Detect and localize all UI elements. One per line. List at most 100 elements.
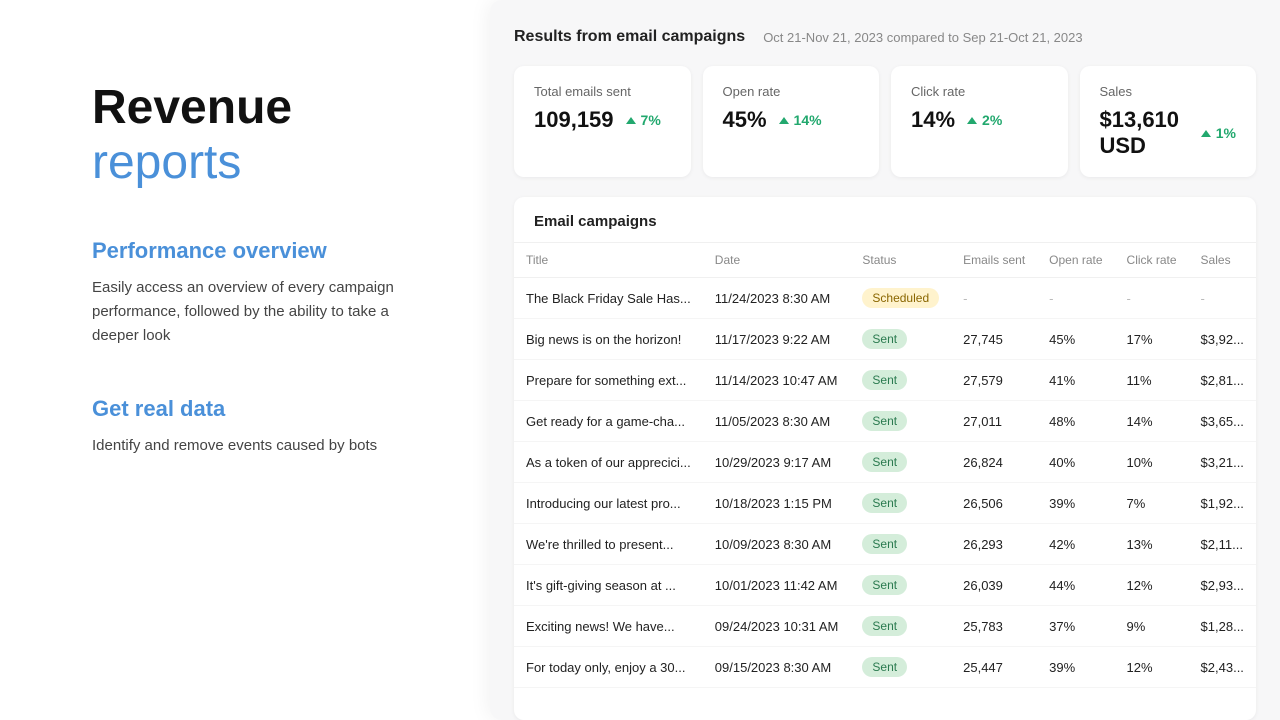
metric-card-2: Click rate 14% 2% [891,66,1068,177]
real-data-heading: Get real data [92,396,430,422]
metric-value-row-3: $13,610 USD 1% [1100,107,1237,159]
status-badge: Sent [862,370,907,390]
metric-card-3: Sales $13,610 USD 1% [1080,66,1257,177]
table-row[interactable]: We're thrilled to present...10/09/2023 8… [514,524,1256,565]
cell-sales: $2,93... [1189,565,1256,606]
cell-date: 11/17/2023 9:22 AM [703,319,851,360]
cell-click_rate: - [1115,278,1189,319]
cell-title: It's gift-giving season at ... [514,565,703,606]
cell-status: Sent [850,360,951,401]
metric-value-0: 109,159 [534,107,614,133]
title-plain: Revenue [92,81,292,134]
cell-click_rate: 14% [1115,401,1189,442]
cell-emails_sent: 25,783 [951,606,1037,647]
status-badge: Sent [862,616,907,636]
col-header-3: Emails sent [951,243,1037,278]
metric-card-1: Open rate 45% 14% [703,66,880,177]
table-row[interactable]: As a token of our apprecici...10/29/2023… [514,442,1256,483]
cell-title: For today only, enjoy a 30... [514,647,703,688]
cell-click_rate: 10% [1115,442,1189,483]
arrow-up-icon-3 [1201,130,1211,137]
cell-sales: - [1189,278,1256,319]
cell-sales: $3,92... [1189,319,1256,360]
metric-value-1: 45% [723,107,767,133]
metric-cards: Total emails sent 109,159 7% Open rate 4… [514,66,1256,177]
cell-open_rate: 44% [1037,565,1114,606]
status-badge: Sent [862,534,907,554]
table-row[interactable]: Exciting news! We have...09/24/2023 10:3… [514,606,1256,647]
results-title: Results from email campaigns [514,28,745,46]
table-row[interactable]: Big news is on the horizon!11/17/2023 9:… [514,319,1256,360]
cell-click_rate: 17% [1115,319,1189,360]
cell-date: 09/24/2023 10:31 AM [703,606,851,647]
cell-title: The Black Friday Sale Has... [514,278,703,319]
status-badge: Sent [862,329,907,349]
page-title: Revenue reports [92,80,430,190]
status-badge: Sent [862,575,907,595]
cell-title: Prepare for something ext... [514,360,703,401]
results-date: Oct 21-Nov 21, 2023 compared to Sep 21-O… [763,30,1082,45]
cell-open_rate: 39% [1037,483,1114,524]
performance-overview-section: Performance overview Easily access an ov… [92,238,430,396]
table-row[interactable]: The Black Friday Sale Has...11/24/2023 8… [514,278,1256,319]
metric-value-3: $13,610 USD [1100,107,1189,159]
cell-emails_sent: 26,506 [951,483,1037,524]
cell-open_rate: 45% [1037,319,1114,360]
cell-sales: $2,11... [1189,524,1256,565]
cell-emails_sent: 27,745 [951,319,1037,360]
cell-title: Get ready for a game-cha... [514,401,703,442]
table-row[interactable]: Prepare for something ext...11/14/2023 1… [514,360,1256,401]
cell-click_rate: 12% [1115,647,1189,688]
cell-emails_sent: 27,579 [951,360,1037,401]
cell-status: Sent [850,401,951,442]
table-head: TitleDateStatusEmails sentOpen rateClick… [514,243,1256,278]
metric-label-3: Sales [1100,84,1237,99]
table-body: The Black Friday Sale Has...11/24/2023 8… [514,278,1256,688]
cell-sales: $1,28... [1189,606,1256,647]
arrow-up-icon-1 [779,117,789,124]
cell-click_rate: 13% [1115,524,1189,565]
col-header-2: Status [850,243,951,278]
cell-open_rate: 37% [1037,606,1114,647]
table-header-row: TitleDateStatusEmails sentOpen rateClick… [514,243,1256,278]
metric-value-row-1: 45% 14% [723,107,860,133]
metric-value-2: 14% [911,107,955,133]
cell-date: 09/15/2023 8:30 AM [703,647,851,688]
status-badge: Scheduled [862,288,939,308]
table-row[interactable]: For today only, enjoy a 30...09/15/2023 … [514,647,1256,688]
cell-open_rate: 39% [1037,647,1114,688]
metric-value-row-2: 14% 2% [911,107,1048,133]
metric-change-0: 7% [626,112,661,128]
cell-title: Big news is on the horizon! [514,319,703,360]
table-row[interactable]: Introducing our latest pro...10/18/2023 … [514,483,1256,524]
metric-card-0: Total emails sent 109,159 7% [514,66,691,177]
col-header-4: Open rate [1037,243,1114,278]
performance-overview-desc: Easily access an overview of every campa… [92,276,430,348]
cell-title: As a token of our apprecici... [514,442,703,483]
col-header-5: Click rate [1115,243,1189,278]
cell-emails_sent: 26,039 [951,565,1037,606]
cell-sales: $3,65... [1189,401,1256,442]
cell-status: Sent [850,565,951,606]
cell-open_rate: - [1037,278,1114,319]
left-panel: Revenue reports Performance overview Eas… [0,0,490,720]
table-row[interactable]: Get ready for a game-cha...11/05/2023 8:… [514,401,1256,442]
results-header: Results from email campaigns Oct 21-Nov … [514,28,1256,46]
real-data-section: Get real data Identify and remove events… [92,396,430,506]
cell-emails_sent: - [951,278,1037,319]
cell-date: 10/29/2023 9:17 AM [703,442,851,483]
performance-overview-heading: Performance overview [92,238,430,264]
cell-date: 10/01/2023 11:42 AM [703,565,851,606]
cell-title: Introducing our latest pro... [514,483,703,524]
campaigns-section: Email campaigns TitleDateStatusEmails se… [514,197,1256,720]
cell-click_rate: 7% [1115,483,1189,524]
metric-label-2: Click rate [911,84,1048,99]
metric-change-1: 14% [779,112,822,128]
status-badge: Sent [862,657,907,677]
cell-sales: $3,21... [1189,442,1256,483]
status-badge: Sent [862,411,907,431]
table-row[interactable]: It's gift-giving season at ...10/01/2023… [514,565,1256,606]
cell-sales: $1,92... [1189,483,1256,524]
metric-change-3: 1% [1201,125,1236,141]
col-header-0: Title [514,243,703,278]
